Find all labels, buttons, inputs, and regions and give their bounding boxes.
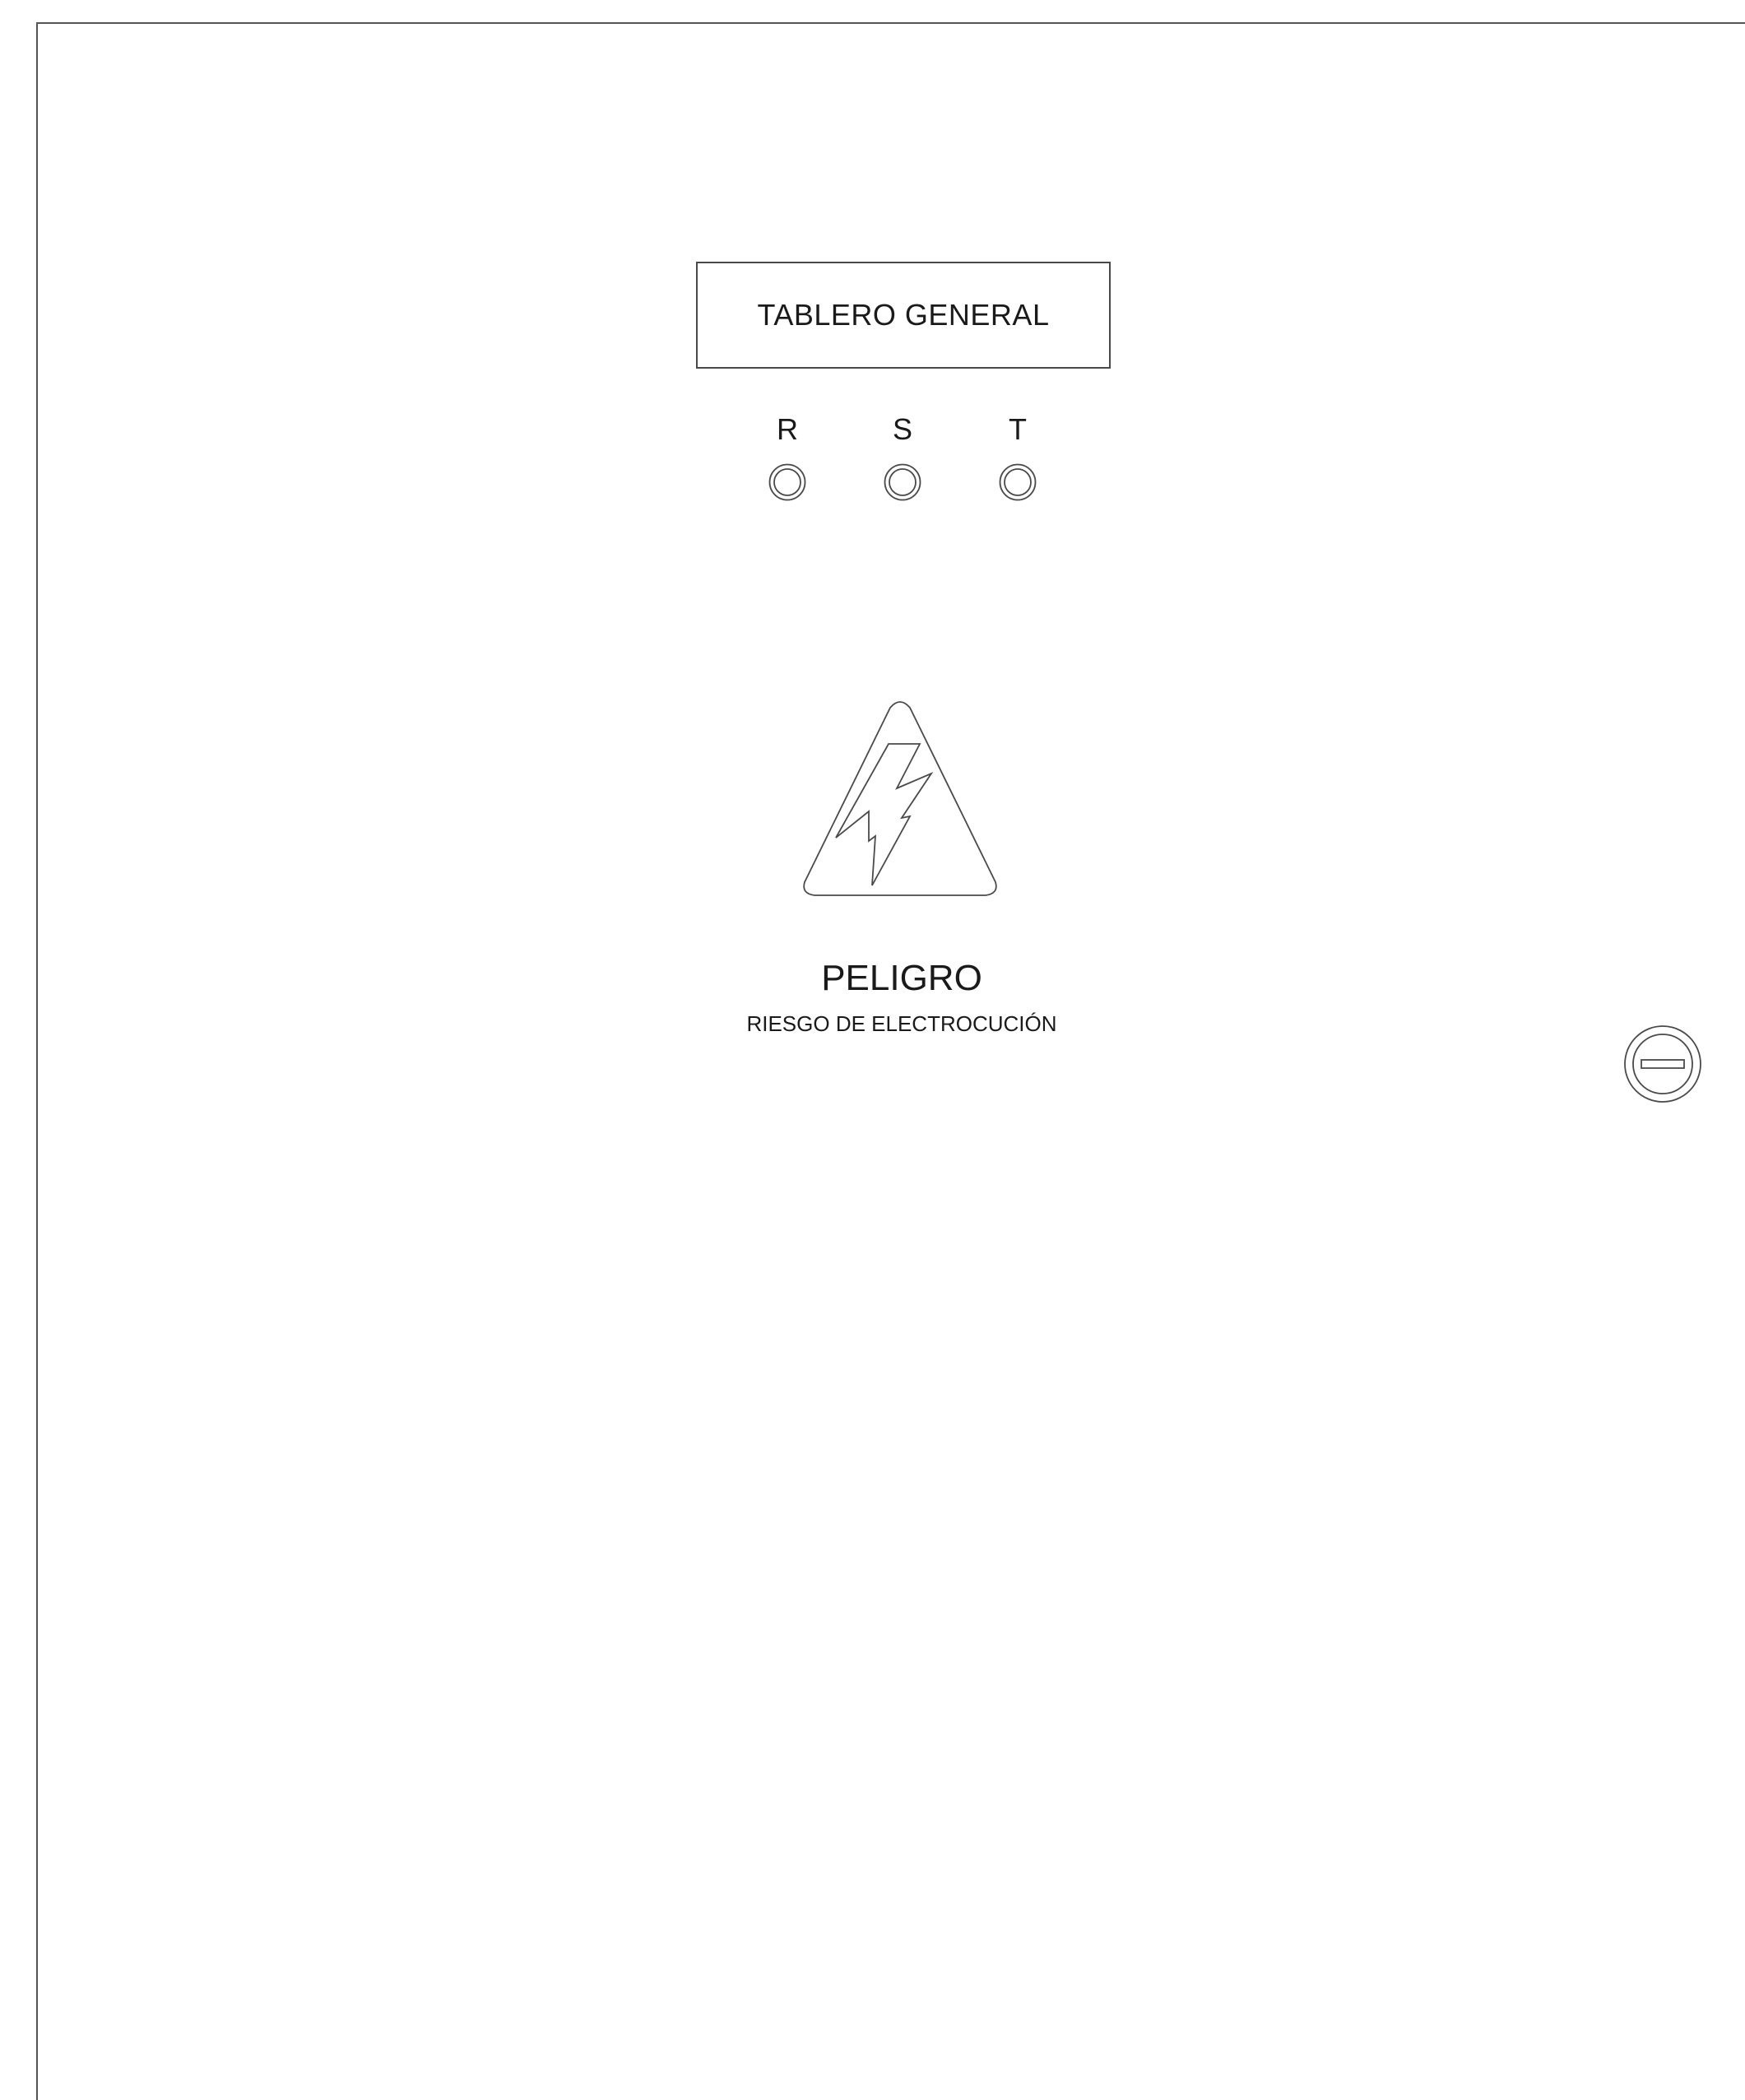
pilot-lamp-icon	[999, 463, 1037, 501]
nameplate: TABLERO GENERAL	[696, 262, 1111, 369]
phase-label-s: S	[892, 412, 912, 446]
phase-label-t: T	[1009, 412, 1027, 446]
pilot-lamp-icon	[884, 463, 921, 501]
danger-subtitle: RIESGO DE ELECTROCUCIÓN	[746, 1011, 1057, 1036]
danger-title: PELIGRO	[821, 958, 982, 998]
pilot-lamp-icon	[768, 463, 806, 501]
door-lock-icon[interactable]	[1623, 1024, 1702, 1103]
phase-label-r: R	[777, 412, 798, 446]
nameplate-label: TABLERO GENERAL	[757, 298, 1050, 332]
electric-hazard-icon	[803, 701, 997, 896]
